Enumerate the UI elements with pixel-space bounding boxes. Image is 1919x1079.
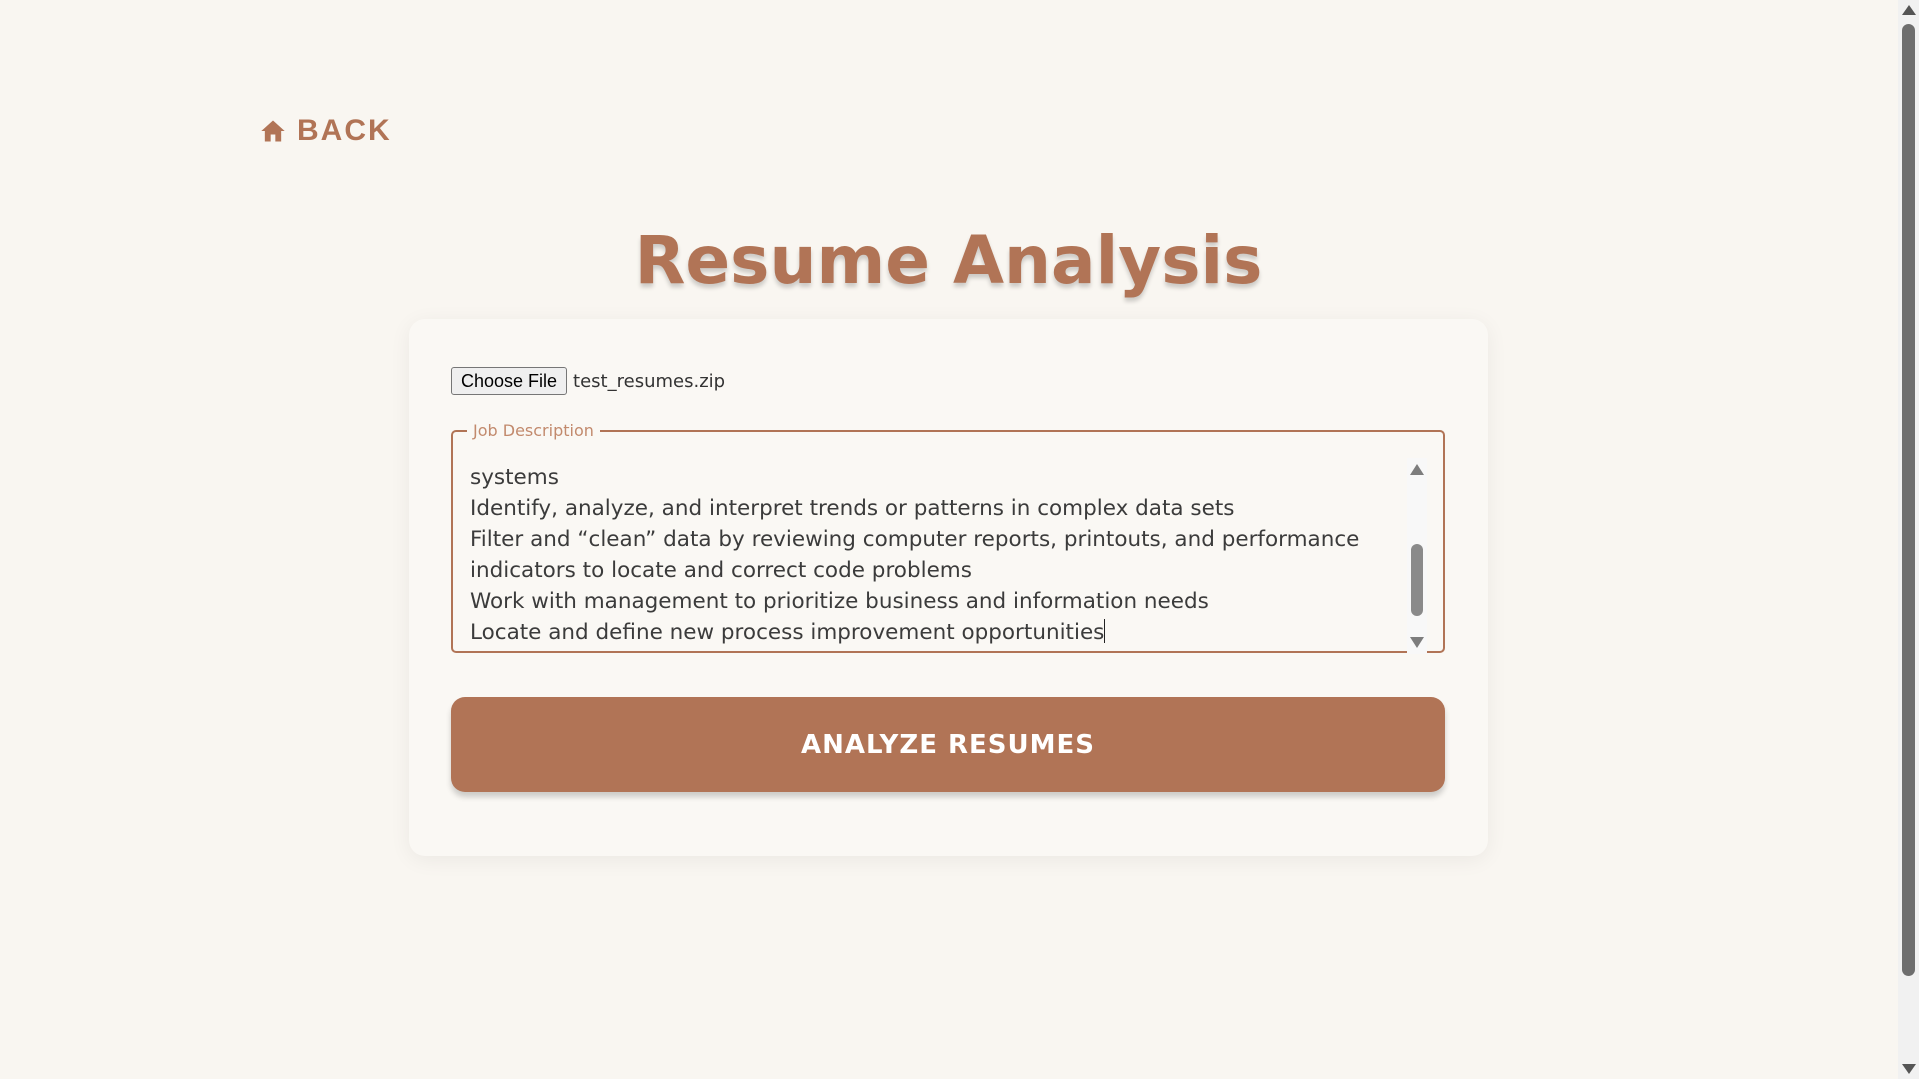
analysis-card: Choose File test_resumes.zip Job Descrip… xyxy=(409,319,1488,856)
page-scroll-up-icon[interactable] xyxy=(1902,5,1916,15)
scroll-up-arrow-icon[interactable] xyxy=(1410,464,1424,475)
job-description-line-text: Locate and define new process improvemen… xyxy=(470,620,1105,645)
job-description-line: systems xyxy=(470,465,559,490)
page-title: Resume Analysis xyxy=(634,222,1263,299)
job-description-line: Filter and “clean” data by reviewing com… xyxy=(470,527,1360,552)
back-label: BACK xyxy=(297,114,392,147)
back-link[interactable]: BACK xyxy=(259,114,392,148)
job-description-field[interactable]: Job Description systems Identify, analyz… xyxy=(451,421,1445,654)
job-description-textarea[interactable]: systems Identify, analyze, and interpret… xyxy=(470,462,1390,652)
choose-file-button[interactable]: Choose File xyxy=(451,367,568,395)
page: BACK Resume Analysis Choose File test_re… xyxy=(0,0,1919,1079)
job-description-last-line: Locate and define new process improvemen… xyxy=(470,617,1390,648)
page-scrollbar[interactable] xyxy=(1898,0,1919,1079)
textarea-scroll-thumb[interactable] xyxy=(1411,544,1423,616)
page-scroll-down-icon[interactable] xyxy=(1902,1064,1916,1074)
file-upload: Choose File test_resumes.zip xyxy=(451,367,725,395)
textarea-scrollbar[interactable] xyxy=(1407,458,1427,654)
job-description-line: indicators to locate and correct code pr… xyxy=(470,558,972,583)
scroll-down-arrow-icon[interactable] xyxy=(1410,637,1424,648)
text-caret xyxy=(1104,619,1106,643)
selected-file-name: test_resumes.zip xyxy=(573,370,726,392)
home-icon xyxy=(261,120,285,142)
page-scroll-thumb[interactable] xyxy=(1902,24,1915,976)
job-description-line: Work with management to prioritize busin… xyxy=(470,589,1209,614)
job-description-legend: Job Description xyxy=(473,421,594,440)
job-description-line: Identify, analyze, and interpret trends … xyxy=(470,496,1235,521)
analyze-resumes-button[interactable]: ANALYZE RESUMES xyxy=(451,697,1445,792)
